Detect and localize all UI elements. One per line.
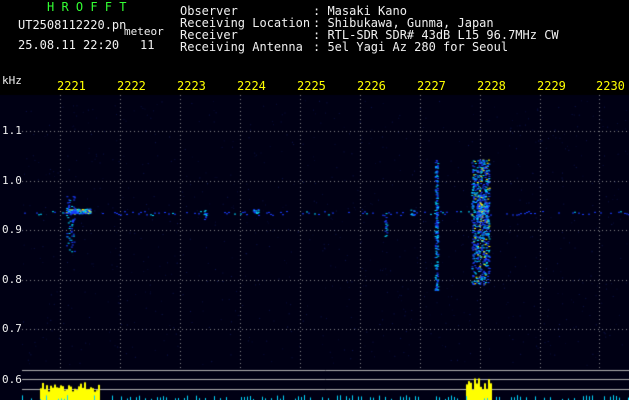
meteor-label: meteor [124,25,164,38]
freq-tick: 1.0 [2,174,22,187]
antenna-label: Receiving Antenna [180,40,303,54]
time-tick: 2227 [417,79,446,93]
time-tick: 2225 [297,79,326,93]
app-logo: H R O F F T [47,0,127,14]
time-tick: 2230 [596,79,625,93]
time-tick: 2223 [177,79,206,93]
meteor-count: 11 [140,38,155,52]
freq-unit-label: kHz [2,74,22,87]
time-tick: 2224 [237,79,266,93]
antenna-value: : 5el Yagi Az 280 for Seoul [313,40,509,54]
freq-tick: 0.9 [2,223,22,236]
freq-tick: 0.6 [2,373,22,386]
file-name: UT2508112220.pn [18,18,127,32]
time-tick: 2228 [477,79,506,93]
freq-tick: 1.1 [2,124,22,137]
time-tick: 2221 [57,79,86,93]
spectrogram-canvas [0,0,629,400]
freq-tick: 0.7 [2,322,22,335]
time-tick: 2229 [537,79,566,93]
hrofft-screen: H R O F F T UT2508112220.pn meteor 25.08… [0,0,629,400]
time-tick: 2226 [357,79,386,93]
timestamp: 25.08.11 22:20 [18,38,120,52]
time-tick: 2222 [117,79,146,93]
freq-tick: 0.8 [2,273,22,286]
